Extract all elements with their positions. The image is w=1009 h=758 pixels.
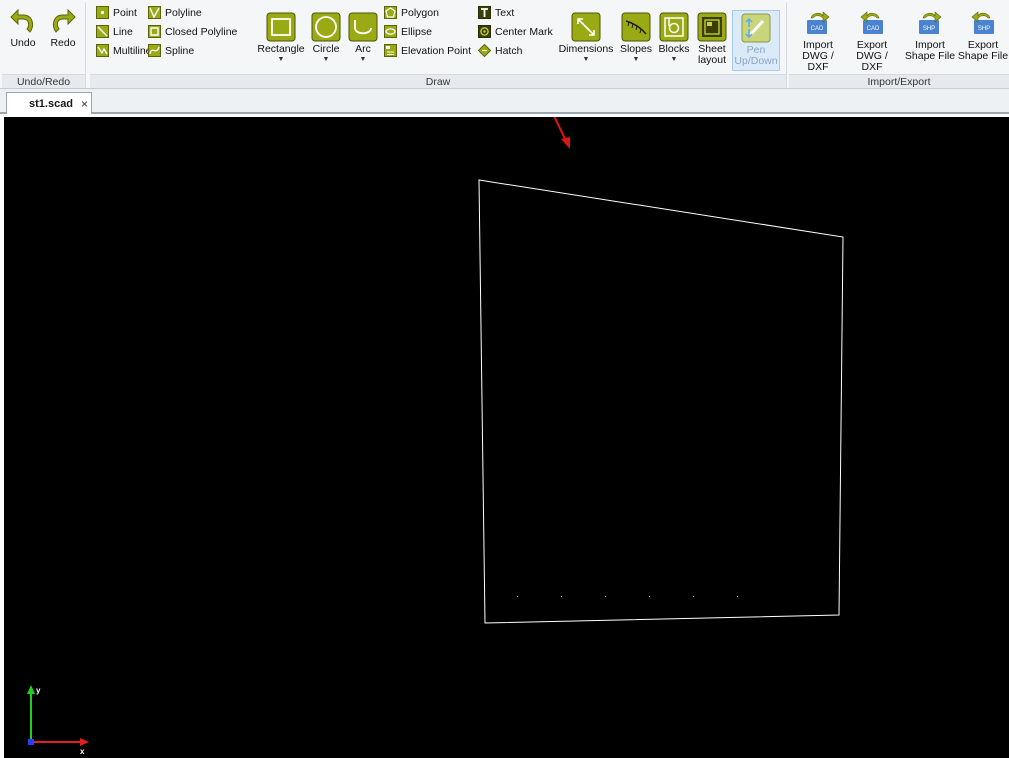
polyline-button[interactable]: Polyline bbox=[148, 4, 202, 21]
polygon-button[interactable]: Polygon bbox=[384, 4, 439, 21]
blocks-icon bbox=[659, 12, 689, 42]
export-cad-icon: CAD bbox=[860, 11, 883, 34]
rectangle-button[interactable]: Rectangle ▼ bbox=[256, 12, 306, 63]
tab-st1-scad[interactable]: st1.scad × bbox=[6, 92, 92, 114]
closed-polyline-icon bbox=[148, 25, 161, 38]
multiline-button[interactable]: Multiline bbox=[96, 42, 152, 59]
pen-icon bbox=[741, 13, 771, 43]
axis-origin bbox=[28, 739, 34, 745]
import-dwg-dxf-button[interactable]: CAD Import DWG / DXF bbox=[791, 8, 845, 73]
ellipse-icon bbox=[384, 25, 397, 38]
export-shp-icon: SHP bbox=[971, 11, 994, 34]
redo-icon bbox=[52, 8, 76, 33]
svg-text:SHP: SHP bbox=[978, 26, 990, 32]
undo-button[interactable]: Undo bbox=[6, 6, 40, 49]
polygon-icon bbox=[384, 6, 397, 19]
import-cad-icon: CAD bbox=[807, 11, 830, 34]
export-shape-file-button[interactable]: SHP Export Shape File bbox=[957, 8, 1009, 62]
x-axis-label: x bbox=[80, 747, 85, 756]
undo-icon bbox=[10, 8, 34, 33]
drawing-canvas[interactable]: y x bbox=[4, 117, 1009, 758]
line-button[interactable]: Line bbox=[96, 23, 133, 40]
closed-polyline-button[interactable]: Closed Polyline bbox=[148, 23, 237, 40]
import-export-group: CAD Import DWG / DXF CAD Export DWG / DX… bbox=[789, 2, 1009, 88]
point-button[interactable]: Point bbox=[96, 4, 137, 21]
blocks-dropdown-icon[interactable]: ▼ bbox=[656, 56, 692, 63]
center-mark-button[interactable]: Center Mark bbox=[478, 23, 553, 40]
document-tab-strip: st1.scad × bbox=[0, 89, 1009, 114]
svg-text:CAD: CAD bbox=[811, 26, 824, 32]
multiline-icon bbox=[96, 44, 109, 57]
ribbon: Undo Redo Undo/Redo Point Line Multiline… bbox=[0, 0, 1009, 89]
undo-redo-caption: Undo/Redo bbox=[2, 74, 85, 88]
import-shape-file-button[interactable]: SHP Import Shape File bbox=[903, 8, 957, 62]
line-icon bbox=[96, 25, 109, 38]
arc-button[interactable]: Arc ▼ bbox=[346, 12, 380, 63]
export-dwg-dxf-button[interactable]: CAD Export DWG / DXF bbox=[845, 8, 899, 73]
tab-label: st1.scad bbox=[29, 97, 74, 110]
elevation-point-button[interactable]: Elevation Point bbox=[384, 42, 471, 59]
y-axis-label: y bbox=[36, 686, 41, 695]
dimensions-dropdown-icon[interactable]: ▼ bbox=[556, 56, 616, 63]
circle-dropdown-icon[interactable]: ▼ bbox=[308, 56, 344, 63]
close-tab-icon[interactable]: × bbox=[81, 97, 88, 111]
polyline-icon bbox=[148, 6, 161, 19]
rectangle-dropdown-icon[interactable]: ▼ bbox=[256, 56, 306, 63]
elevation-point-icon bbox=[384, 44, 397, 57]
dimensions-icon bbox=[571, 12, 601, 42]
text-icon bbox=[478, 6, 491, 19]
slopes-dropdown-icon[interactable]: ▼ bbox=[618, 56, 654, 63]
rectangle-icon bbox=[266, 12, 296, 42]
slopes-button[interactable]: Slopes ▼ bbox=[618, 12, 654, 63]
draw-group: Point Line Multiline Polyline Closed Pol… bbox=[90, 2, 787, 88]
center-mark-icon bbox=[478, 25, 491, 38]
hatch-button[interactable]: Hatch bbox=[478, 42, 522, 59]
redo-button[interactable]: Redo bbox=[46, 6, 80, 49]
sheet-layout-button[interactable]: Sheet layout bbox=[694, 12, 730, 66]
circle-icon bbox=[311, 12, 341, 42]
point-icon bbox=[96, 6, 109, 19]
canvas-background bbox=[4, 117, 1009, 758]
arc-dropdown-icon[interactable]: ▼ bbox=[346, 56, 380, 63]
slopes-icon bbox=[621, 12, 651, 42]
import-export-caption: Import/Export bbox=[789, 74, 1009, 88]
spline-icon bbox=[148, 44, 161, 57]
hatch-icon bbox=[478, 44, 491, 57]
blocks-button[interactable]: Blocks ▼ bbox=[656, 12, 692, 63]
import-shp-icon: SHP bbox=[919, 11, 942, 34]
svg-text:CAD: CAD bbox=[867, 26, 880, 32]
sheet-layout-icon bbox=[697, 12, 727, 42]
circle-button[interactable]: Circle ▼ bbox=[308, 12, 344, 63]
pen-up-down-button[interactable]: Pen Up/Down bbox=[732, 10, 780, 71]
ellipse-button[interactable]: Ellipse bbox=[384, 23, 432, 40]
svg-text:SHP: SHP bbox=[923, 26, 935, 32]
draw-caption: Draw bbox=[90, 74, 786, 88]
text-button[interactable]: Text bbox=[478, 4, 514, 21]
arc-icon bbox=[348, 12, 378, 42]
spline-button[interactable]: Spline bbox=[148, 42, 194, 59]
undo-redo-group: Undo Redo Undo/Redo bbox=[2, 2, 86, 88]
dimensions-button[interactable]: Dimensions ▼ bbox=[556, 12, 616, 63]
canvas-svg[interactable]: y x bbox=[4, 117, 1009, 758]
